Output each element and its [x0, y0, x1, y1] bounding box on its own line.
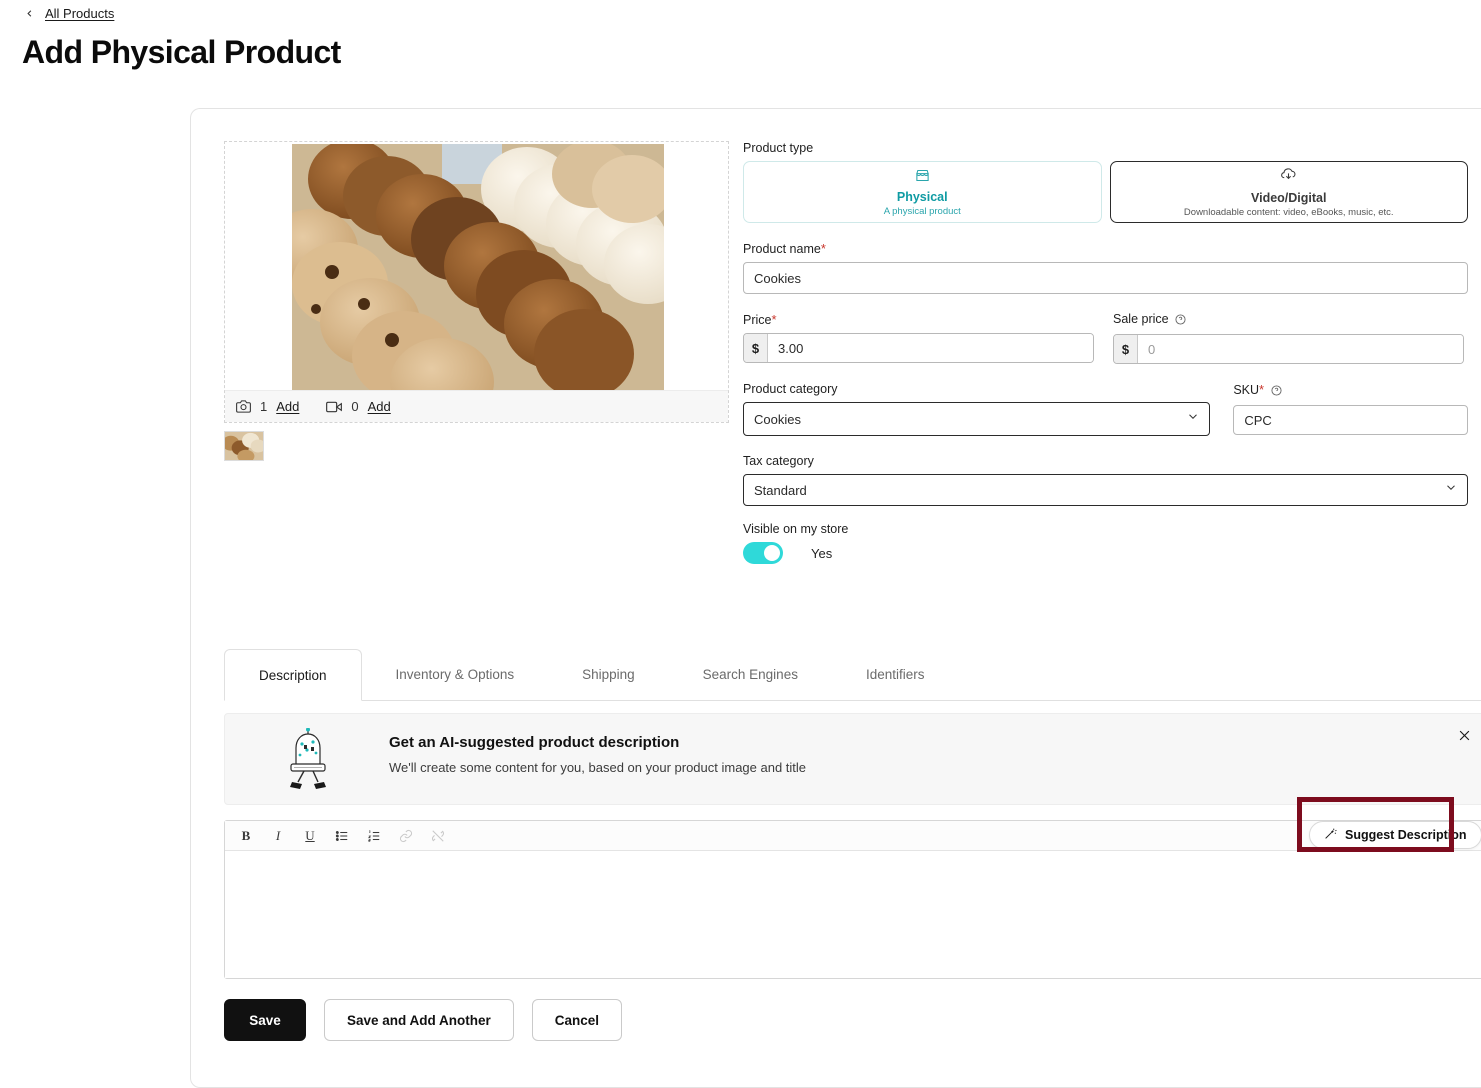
- store-icon: [915, 168, 930, 188]
- camera-icon: [236, 399, 251, 414]
- save-and-add-another-button[interactable]: Save and Add Another: [324, 999, 514, 1041]
- bulleted-list-icon[interactable]: [329, 824, 355, 848]
- editor-toolbar: B I U: [225, 821, 1481, 851]
- suggest-description-wrap: Suggest Description: [1309, 821, 1481, 849]
- sale-price-label-text: Sale price: [1113, 312, 1169, 326]
- add-photo-link[interactable]: Add: [276, 399, 299, 414]
- sale-price-field[interactable]: $: [1113, 334, 1464, 364]
- cookies-thumbnail-image: [225, 432, 263, 460]
- product-category-select[interactable]: Cookies: [743, 402, 1210, 436]
- tab-inventory-options[interactable]: Inventory & Options: [362, 648, 549, 700]
- suggest-description-button[interactable]: Suggest Description: [1309, 821, 1481, 849]
- price-label-text: Price: [743, 313, 771, 327]
- photo-count: 1: [260, 399, 267, 414]
- currency-symbol: $: [744, 334, 768, 362]
- sku-label: SKU*: [1233, 382, 1468, 399]
- underline-icon[interactable]: U: [297, 824, 323, 848]
- price-field[interactable]: $: [743, 333, 1094, 363]
- product-type-options: Physical A physical product Video/Digita…: [743, 161, 1468, 223]
- chevron-left-icon[interactable]: [24, 8, 35, 19]
- product-form-card: 1 Add 0 Add Product typ: [190, 108, 1481, 1088]
- unlink-icon: [425, 824, 451, 848]
- description-textarea[interactable]: [225, 851, 1481, 978]
- price-input[interactable]: [768, 334, 1093, 362]
- form-actions: Save Save and Add Another Cancel: [224, 999, 622, 1041]
- link-icon: [393, 824, 419, 848]
- description-editor: B I U: [224, 820, 1481, 979]
- product-name-label-text: Product name: [743, 242, 821, 256]
- tax-category-select[interactable]: Standard: [743, 474, 1468, 506]
- cookies-photo: [292, 144, 664, 391]
- tax-category-label: Tax category: [743, 454, 1468, 468]
- ai-suggestion-banner: Get an AI-suggested product description …: [224, 713, 1481, 805]
- product-name-input[interactable]: [743, 262, 1468, 294]
- tax-category-select-wrap: Standard: [743, 474, 1468, 506]
- cancel-button[interactable]: Cancel: [532, 999, 622, 1041]
- suggest-description-label: Suggest Description: [1345, 828, 1467, 842]
- product-type-video-subtitle: Downloadable content: video, eBooks, mus…: [1184, 207, 1394, 218]
- required-marker: *: [821, 241, 826, 256]
- sku-label-text: SKU: [1233, 383, 1259, 397]
- product-type-video-title: Video/Digital: [1251, 191, 1326, 205]
- visible-on-store-toggle[interactable]: [743, 542, 783, 564]
- product-category-label: Product category: [743, 382, 1210, 396]
- price-label: Price*: [743, 312, 1094, 327]
- robot-illustration: [280, 728, 336, 797]
- breadcrumb: All Products: [24, 6, 114, 21]
- close-icon[interactable]: [1452, 723, 1476, 747]
- numbered-list-icon[interactable]: [361, 824, 387, 848]
- save-button[interactable]: Save: [224, 999, 306, 1041]
- info-circle-icon[interactable]: [1175, 314, 1186, 328]
- sale-price-input[interactable]: [1138, 335, 1463, 363]
- product-form-fields: Product type Physical A physical product: [743, 141, 1468, 564]
- thumbnail-strip: [224, 431, 264, 461]
- video-count: 0: [351, 399, 358, 414]
- product-type-physical-subtitle: A physical product: [884, 206, 961, 217]
- visible-on-store-label: Visible on my store: [743, 522, 1468, 536]
- section-tabs: Description Inventory & Options Shipping…: [224, 649, 1481, 701]
- product-type-physical-title: Physical: [897, 190, 948, 204]
- tab-search-engines[interactable]: Search Engines: [669, 648, 832, 700]
- required-marker: *: [1259, 382, 1264, 397]
- all-products-link[interactable]: All Products: [45, 6, 114, 21]
- required-marker: *: [771, 312, 776, 327]
- tab-description[interactable]: Description: [224, 649, 362, 701]
- ai-banner-title: Get an AI-suggested product description: [389, 734, 679, 751]
- product-type-label: Product type: [743, 141, 1468, 155]
- product-hero-image[interactable]: [292, 144, 664, 391]
- bold-icon[interactable]: B: [233, 824, 259, 848]
- magic-wand-icon: [1324, 827, 1337, 843]
- sale-price-label: Sale price: [1113, 312, 1464, 328]
- toggle-knob: [764, 545, 780, 561]
- sku-input[interactable]: [1233, 405, 1468, 435]
- tab-shipping[interactable]: Shipping: [548, 648, 669, 700]
- media-dropzone[interactable]: 1 Add 0 Add: [224, 141, 729, 423]
- video-camera-icon: [326, 399, 342, 415]
- visible-on-store-row: Yes: [743, 542, 1468, 564]
- cloud-download-icon: [1280, 167, 1297, 189]
- product-name-label: Product name*: [743, 241, 1468, 256]
- product-category-select-wrap: Cookies: [743, 402, 1210, 436]
- thumbnail-item[interactable]: [224, 431, 264, 461]
- tab-identifiers[interactable]: Identifiers: [832, 648, 959, 700]
- visible-on-store-value: Yes: [811, 546, 832, 561]
- info-circle-icon[interactable]: [1271, 385, 1282, 399]
- add-video-link[interactable]: Add: [368, 399, 391, 414]
- italic-icon[interactable]: I: [265, 824, 291, 848]
- currency-symbol: $: [1114, 335, 1138, 363]
- product-type-video-digital[interactable]: Video/Digital Downloadable content: vide…: [1110, 161, 1469, 223]
- ai-banner-subtitle: We'll create some content for you, based…: [389, 760, 806, 775]
- media-counts-bar: 1 Add 0 Add: [225, 390, 728, 422]
- product-type-physical[interactable]: Physical A physical product: [743, 161, 1102, 223]
- page-title: Add Physical Product: [22, 34, 341, 71]
